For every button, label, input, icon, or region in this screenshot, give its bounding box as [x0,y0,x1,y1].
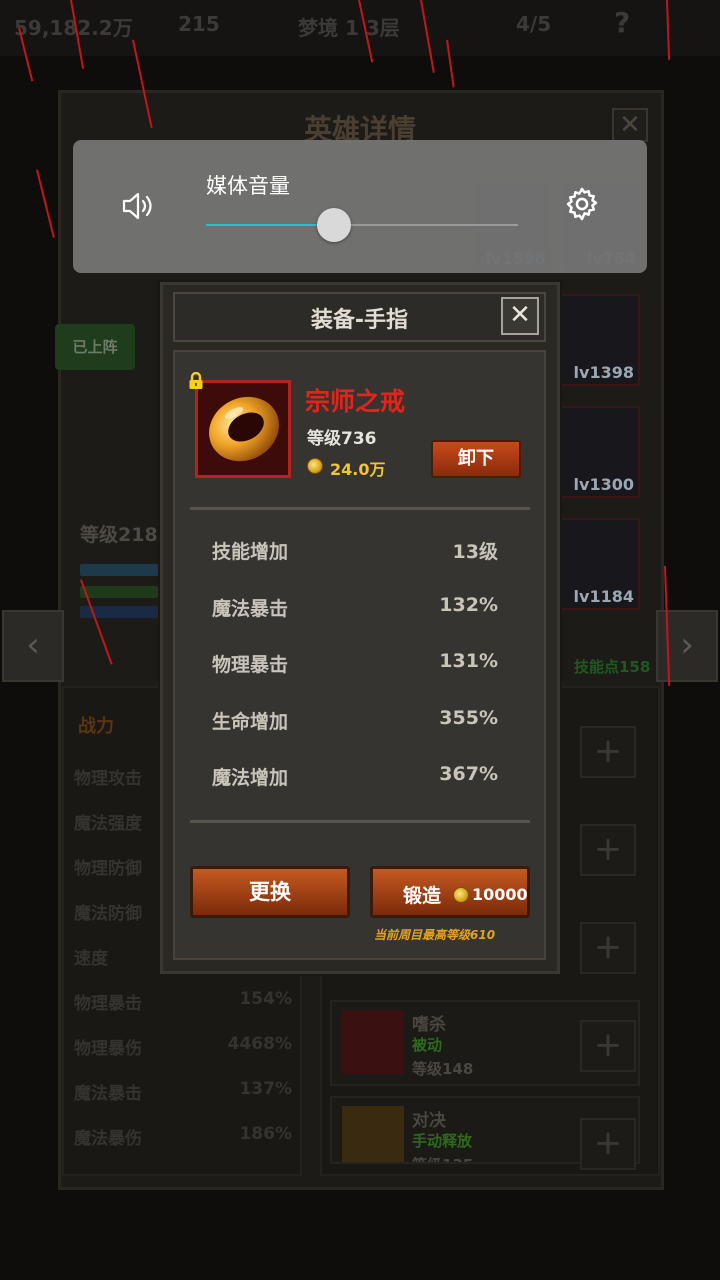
stat-label: 物理暴击 [74,994,142,1014]
attribute-value: 367% [439,763,498,785]
help-button[interactable]: ? [614,6,630,39]
skill-type: 被动 [412,1036,443,1054]
stat-label: 物理攻击 [74,769,142,789]
stat-row: 物理暴伤 4468% [74,1034,292,1059]
stat-label: 物理暴伤 [74,1039,142,1059]
attribute-row: 物理暴击 131% [212,650,498,677]
stat-value: 154% [239,989,292,1009]
prev-hero-button[interactable]: ‹ [2,610,64,682]
attribute-value: 13级 [452,541,498,563]
hero-exp-bar [80,586,158,598]
stat-value: 4468% [227,1034,292,1054]
skill-level: 等级148 [412,1060,474,1078]
skill-upgrade-button[interactable]: + [580,1020,636,1072]
item-slot[interactable] [195,380,291,478]
attribute-label: 魔法暴击 [212,598,289,620]
stat-label: 魔法强度 [74,814,142,834]
stat-value: 186% [239,1124,292,1144]
gem-counter: 215 [178,12,220,36]
attribute-row: 技能增加 13级 [212,537,498,564]
stat-row: 魔法暴击 137% [74,1079,292,1104]
skill-points: 技能点158 [574,658,651,676]
divider [190,820,530,823]
attribute-value: 131% [439,650,498,672]
skill-level: 等级135 [412,1154,473,1162]
forge-button[interactable]: 锻造 10000 [370,866,530,918]
item-price: 24.0万 [330,460,386,479]
ring-icon [209,396,279,462]
attribute-value: 132% [439,594,498,616]
hero-close-button[interactable]: ✕ [612,108,648,142]
attribute-value: 355% [439,707,498,729]
skill-name: 对决 [412,1111,446,1131]
skill-icon [342,1106,404,1162]
coin-icon [453,887,469,903]
skill-icon [342,1010,404,1074]
attribute-label: 物理暴击 [212,654,289,676]
skill-upgrade-button[interactable]: + [580,1118,636,1170]
attribute-label: 生命增加 [212,711,289,733]
max-level-note: 当前周目最高等级610 [374,928,496,942]
volume-label: 媒体音量 [206,174,290,198]
skull-counter: 4/5 [516,12,552,36]
skill-upgrade-button[interactable]: + [580,824,636,876]
dream-level: 梦境 1 3层 [298,16,400,40]
stat-label: 魔法防御 [74,904,142,924]
skill-type: 手动释放 [412,1132,473,1150]
unequip-button[interactable]: 卸下 [431,440,521,478]
stat-row: 物理暴击 154% [74,989,292,1014]
hero-hp-bar [80,564,158,576]
game-screen: 59,182.2万 215 梦境 1 3层 4/5 ? 英雄详情 ✕ 已上阵 l… [0,0,720,1280]
equip-slot[interactable]: lv1184 [560,518,640,610]
skill-upgrade-button[interactable]: + [580,726,636,778]
deployed-badge: 已上阵 [55,324,135,370]
swap-button[interactable]: 更换 [190,866,350,918]
stat-label: 速度 [74,949,108,969]
skill-name: 嗜杀 [412,1015,446,1035]
equip-slot[interactable]: lv1398 [560,294,640,386]
item-name: 宗师之戒 [305,387,406,416]
divider [190,507,530,510]
equip-slot-level: lv1184 [573,587,634,606]
volume-slider[interactable] [206,224,518,226]
attribute-row: 魔法增加 367% [212,763,498,790]
attribute-label: 技能增加 [212,541,289,563]
volume-slider-fill [206,224,334,226]
volume-slider-thumb[interactable] [316,208,351,242]
skill-upgrade-button[interactable]: + [580,922,636,974]
stats-title: 战力 [78,716,114,737]
speaker-icon[interactable] [119,186,159,226]
forge-cost: 10000 [472,885,528,904]
rain-streak [36,169,55,238]
attribute-row: 生命增加 355% [212,707,498,734]
stat-label: 魔法暴伤 [74,1129,142,1149]
item-level: 等级736 [307,429,377,449]
gear-icon[interactable] [563,185,601,223]
stat-value: 137% [239,1079,292,1099]
dialog-title: 装备-手指 [310,308,409,333]
stat-label: 魔法暴击 [74,1084,142,1104]
attribute-row: 魔法暴击 132% [212,594,498,621]
coin-icon [307,458,323,474]
equip-slot-level: lv1398 [573,363,634,382]
stat-label: 物理防御 [74,859,142,879]
dialog-close-button[interactable]: ✕ [501,297,539,335]
attribute-label: 魔法增加 [212,767,289,789]
stat-row: 魔法暴伤 186% [74,1124,292,1149]
lock-icon [189,372,203,389]
equip-slot-level: lv1300 [573,475,634,494]
equip-slot[interactable]: lv1300 [560,406,640,498]
media-volume-overlay: 媒体音量 [73,140,647,273]
forge-label: 锻造 [403,885,442,907]
hero-level: 等级218 [80,524,158,546]
